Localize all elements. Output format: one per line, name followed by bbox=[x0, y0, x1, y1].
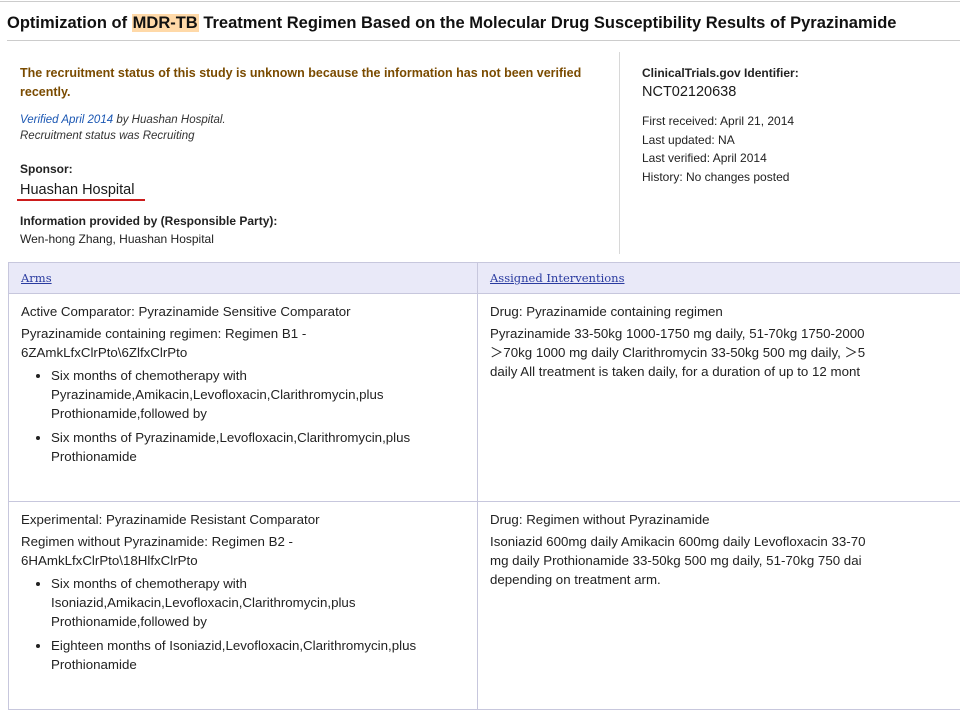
intervention-line: Pyrazinamide 33-50kg 1000-1750 mg daily,… bbox=[490, 326, 865, 341]
table-header-row: Arms Assigned Interventions bbox=[8, 262, 960, 294]
arms-table: Arms Assigned Interventions Active Compa… bbox=[8, 262, 960, 710]
identifier-value: NCT02120638 bbox=[642, 84, 737, 100]
page-title: Optimization of MDR-TB Treatment Regimen… bbox=[7, 6, 960, 41]
list-item: Eighteen months of Isoniazid,Levofloxaci… bbox=[51, 636, 465, 674]
header-arms[interactable]: Arms bbox=[8, 262, 478, 294]
intervention-cell: Drug: Regimen without Pyrazinamide Isoni… bbox=[477, 501, 960, 710]
sponsor-underline bbox=[17, 199, 145, 201]
recruitment-status-panel: The recruitment status of this study is … bbox=[20, 64, 605, 144]
first-received: First received: April 21, 2014 bbox=[642, 114, 795, 128]
arm-cell: Experimental: Pyrazinamide Resistant Com… bbox=[8, 501, 478, 710]
history: History: No changes posted bbox=[642, 169, 790, 184]
sponsor-label: Sponsor: bbox=[20, 162, 73, 176]
arm-description: Pyrazinamide containing regimen: Regimen… bbox=[21, 326, 307, 360]
list-item: Six months of chemotherapy with Isoniazi… bbox=[51, 574, 465, 631]
verified-block: Verified April 2014 by Huashan Hospital.… bbox=[20, 112, 605, 144]
intervention-line: depending on treatment arm. bbox=[490, 572, 661, 587]
list-item: Six months of Pyrazinamide,Levofloxacin,… bbox=[51, 428, 465, 466]
arm-title: Experimental: Pyrazinamide Resistant Com… bbox=[21, 512, 320, 527]
responsible-party-label: Information provided by (Responsible Par… bbox=[20, 214, 278, 228]
verified-by: by Huashan Hospital. bbox=[113, 114, 226, 126]
header-interventions-label[interactable]: Assigned Interventions bbox=[490, 271, 625, 285]
verified-link[interactable]: Verified April 2014 bbox=[20, 114, 113, 126]
list-item: Six months of chemotherapy with Pyrazina… bbox=[51, 366, 465, 423]
top-rule bbox=[0, 1, 960, 2]
last-updated: Last updated: NA bbox=[642, 132, 735, 147]
intervention-title: Drug: Pyrazinamide containing regimen bbox=[490, 304, 723, 319]
title-after: Treatment Regimen Based on the Molecular… bbox=[198, 14, 897, 32]
column-divider bbox=[619, 52, 620, 254]
intervention-line: Isoniazid 600mg daily Amikacin 600mg dai… bbox=[490, 534, 866, 549]
arm-bullets: Six months of chemotherapy with Pyrazina… bbox=[21, 366, 465, 466]
arm-description: Regimen without Pyrazinamide: Regimen B2… bbox=[21, 534, 293, 568]
arm-cell: Active Comparator: Pyrazinamide Sensitiv… bbox=[8, 293, 478, 502]
arm-bullets: Six months of chemotherapy with Isoniazi… bbox=[21, 574, 465, 674]
table-row: Active Comparator: Pyrazinamide Sensitiv… bbox=[8, 293, 960, 502]
intervention-line: mg daily Prothionamide 33-50kg 500 mg da… bbox=[490, 553, 862, 568]
status-message: The recruitment status of this study is … bbox=[20, 66, 582, 99]
recruitment-status: Recruitment status was Recruiting bbox=[20, 130, 195, 142]
intervention-line: daily All treatment is taken daily, for … bbox=[490, 364, 861, 379]
identifier-label: ClinicalTrials.gov Identifier: bbox=[642, 66, 799, 80]
identifier-dates: First received: April 21, 2014 Last upda… bbox=[642, 112, 952, 186]
intervention-cell: Drug: Pyrazinamide containing regimen Py… bbox=[477, 293, 960, 502]
last-verified: Last verified: April 2014 bbox=[642, 151, 767, 165]
table-row: Experimental: Pyrazinamide Resistant Com… bbox=[8, 501, 960, 710]
sponsor-name[interactable]: Huashan Hospital bbox=[20, 180, 134, 200]
header-interventions[interactable]: Assigned Interventions bbox=[477, 262, 960, 294]
title-before: Optimization of bbox=[7, 14, 132, 32]
arm-title: Active Comparator: Pyrazinamide Sensitiv… bbox=[21, 304, 351, 319]
identifier-panel: ClinicalTrials.gov Identifier: NCT021206… bbox=[642, 64, 952, 186]
intervention-line: ＞70kg 1000 mg daily Clarithromycin 33-50… bbox=[490, 345, 866, 360]
responsible-party-value: Wen-hong Zhang, Huashan Hospital bbox=[20, 232, 214, 246]
header-arms-label[interactable]: Arms bbox=[21, 271, 52, 285]
intervention-title: Drug: Regimen without Pyrazinamide bbox=[490, 512, 710, 527]
title-highlight: MDR-TB bbox=[131, 14, 199, 32]
